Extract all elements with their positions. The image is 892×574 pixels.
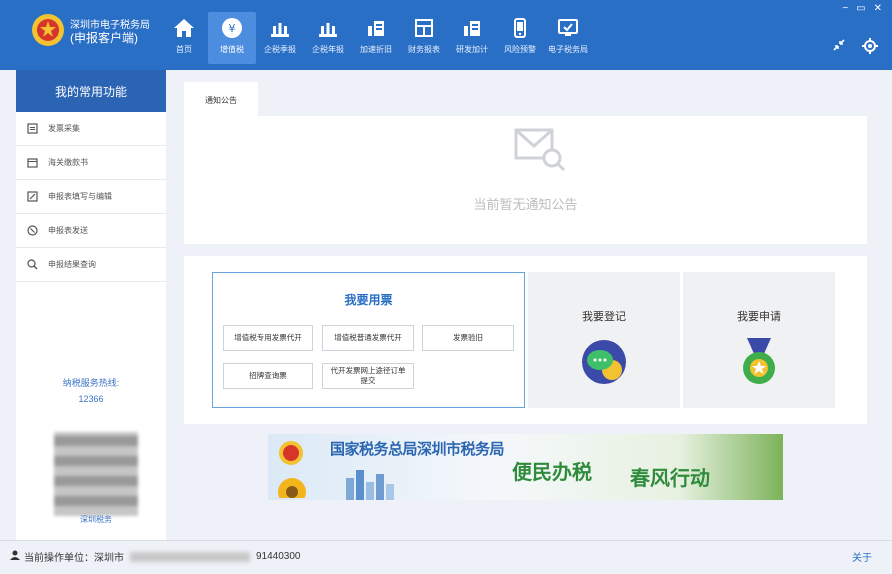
card-register[interactable]: 我要登记 (528, 272, 680, 408)
card-use-invoice-title[interactable]: 我要用票 (213, 291, 524, 308)
gear-icon[interactable] (862, 38, 878, 59)
sidebar: 我的常用功能 发票采集 海关缴款书 申报表填写与编辑 申报表发送 申报结果查询 … (16, 70, 166, 540)
notice-panel: 当前暂无通知公告 (184, 116, 867, 244)
search-icon (26, 259, 38, 271)
maximize-button[interactable]: ▭ (856, 3, 865, 14)
vat-special-invoice-button[interactable]: 增值税专用发票代开 (223, 325, 313, 351)
about-link[interactable]: 关于 (852, 549, 872, 564)
card-apply[interactable]: 我要申请 (683, 272, 835, 408)
current-unit-label: 当前操作单位：深圳市 (24, 553, 124, 564)
wallet-icon (26, 157, 38, 169)
header-tools (832, 38, 878, 59)
banner-slogan-2: 春风行动 (630, 468, 710, 490)
nav-depreciation[interactable]: 加速折旧 (352, 12, 400, 64)
sidebar-item-send-form[interactable]: 申报表发送 (16, 214, 166, 248)
vat-normal-invoice-button[interactable]: 增值税普通发票代开 (322, 325, 414, 351)
empty-notice-text: 当前暂无通知公告 (473, 197, 578, 212)
tab-notice[interactable]: 通知公告 (184, 82, 258, 116)
sidebar-item-invoice-collect[interactable]: 发票采集 (16, 112, 166, 146)
nav-home[interactable]: 首页 (160, 12, 208, 64)
sidebar-item-label: 申报表填写与编辑 (48, 192, 112, 201)
close-button[interactable]: ✕ (874, 3, 882, 14)
redacted-text (130, 551, 250, 562)
sidebar-title: 我的常用功能 (16, 70, 166, 112)
bank-icon (316, 16, 340, 40)
brand: 深圳市电子税务局 (申报客户端) (70, 20, 150, 44)
chart-icon (460, 16, 484, 40)
yuan-icon: ¥ (220, 16, 244, 40)
brand-subtitle: (申报客户端) (70, 31, 138, 45)
nav-corp-annual[interactable]: 企税年报 (304, 12, 352, 64)
app-header: 深圳市电子税务局 (申报客户端) 首页 ¥ 增值税 企税季报 企税年报 加速折旧… (0, 0, 892, 70)
send-icon (26, 225, 38, 237)
monitor-icon (556, 16, 580, 40)
chat-bubble-icon (580, 336, 628, 386)
tax-emblem-icon (30, 12, 66, 48)
service-hotline: 纳税服务热线: 12366 (16, 375, 166, 407)
sidebar-item-label: 发票采集 (48, 124, 80, 133)
nav-corp-quarterly[interactable]: 企税季报 (256, 12, 304, 64)
user-icon (10, 550, 20, 563)
window-controls: − ▭ ✕ (842, 3, 882, 14)
card-apply-title: 我要申请 (737, 311, 781, 323)
sidebar-item-label: 海关缴款书 (48, 158, 88, 167)
bank-icon (268, 16, 292, 40)
sidebar-item-fill-form[interactable]: 申报表填写与编辑 (16, 180, 166, 214)
hotline-label: 纳税服务热线: (62, 378, 120, 388)
sunflower-icon (274, 470, 318, 500)
phone-icon (508, 16, 532, 40)
actions-panel: 我要用票 增值税专用发票代开 增值税普通发票代开 发票验旧 招牌查询票 代开发票… (184, 256, 867, 424)
tax-id-prefix: 91440300 (256, 551, 301, 562)
city-skyline-icon (344, 464, 404, 500)
report-icon (412, 16, 436, 40)
banner-title: 国家税务总局深圳市税务局 (330, 441, 505, 458)
qr-caption: 深圳税务 (80, 515, 112, 524)
minimize-button[interactable]: − (842, 3, 848, 14)
nav-risk-warning[interactable]: 风险预警 (496, 12, 544, 64)
collapse-icon[interactable] (832, 38, 846, 59)
edit-icon (26, 191, 38, 203)
sidebar-item-label: 申报结果查询 (48, 260, 96, 269)
query-invoice-button[interactable]: 招牌查询票 (223, 363, 313, 389)
promo-banner[interactable]: 国家税务总局深圳市税务局 便民办税 春风行动 (268, 434, 783, 500)
nav-financial-report[interactable]: 财务报表 (400, 12, 448, 64)
card-use-invoice: 我要用票 增值税专用发票代开 增值税普通发票代开 发票验旧 招牌查询票 代开发票… (212, 272, 525, 408)
banner-slogan-1: 便民办税 (512, 462, 592, 484)
svg-text:¥: ¥ (229, 22, 236, 35)
current-unit: 当前操作单位：深圳市 91440300 (10, 549, 301, 564)
medal-icon (735, 336, 783, 386)
sidebar-item-query-result[interactable]: 申报结果查询 (16, 248, 166, 282)
sidebar-item-label: 申报表发送 (48, 226, 88, 235)
qr-code (54, 432, 138, 516)
top-nav: 首页 ¥ 增值税 企税季报 企税年报 加速折旧 财务报表 研发加计 风险预警 电… (160, 12, 592, 68)
nav-e-tax-bureau[interactable]: 电子税务局 (544, 12, 592, 64)
envelope-search-icon (514, 126, 566, 172)
nav-rnd[interactable]: 研发加计 (448, 12, 496, 64)
online-order-submit-button[interactable]: 代开发票网上途径订单提交 (322, 363, 414, 389)
hotline-number: 12366 (78, 394, 104, 404)
invoice-verify-button[interactable]: 发票验旧 (422, 325, 514, 351)
sidebar-item-customs[interactable]: 海关缴款书 (16, 146, 166, 180)
chart-icon (364, 16, 388, 40)
home-icon (172, 16, 196, 40)
invoice-icon (26, 123, 38, 135)
nav-vat[interactable]: ¥ 增值税 (208, 12, 256, 64)
card-register-title: 我要登记 (582, 311, 626, 323)
tax-emblem-icon (278, 440, 304, 471)
status-bar: 当前操作单位：深圳市 91440300 关于 (0, 540, 892, 574)
